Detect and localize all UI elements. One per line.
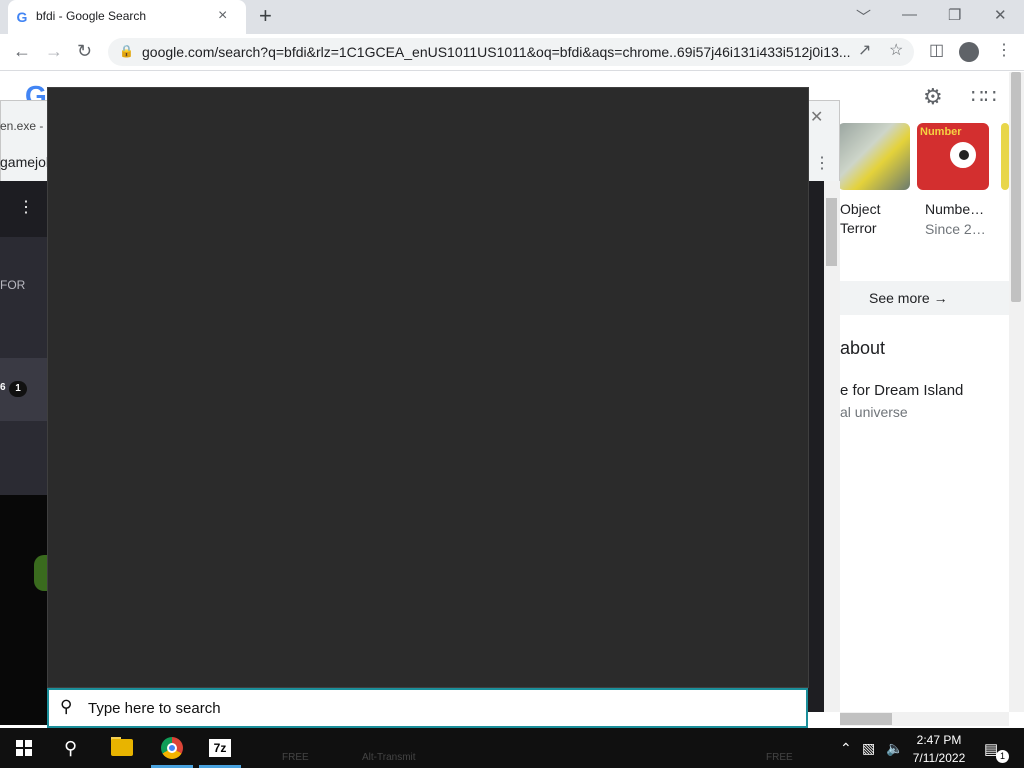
windows-start-icon[interactable] bbox=[16, 740, 32, 756]
knowledge-panel-title[interactable]: e for Dream Island bbox=[840, 382, 963, 399]
share-icon[interactable]: ↗ bbox=[858, 42, 871, 60]
dark-section-2 bbox=[0, 421, 48, 495]
numberblocks-pupil bbox=[959, 150, 969, 160]
arrow-right-icon: → bbox=[933, 290, 948, 306]
ghost-label-3: FREE bbox=[766, 752, 793, 763]
card-title-line2[interactable]: Terror bbox=[840, 219, 877, 238]
clock[interactable]: 2:47 PM 7/11/2022 bbox=[904, 731, 974, 767]
side-text: FOR bbox=[0, 278, 26, 292]
dark-section bbox=[0, 237, 48, 358]
see-more-link[interactable]: See more → bbox=[869, 290, 948, 306]
restore-button[interactable]: ❐ bbox=[948, 6, 961, 24]
count-badge: 1 bbox=[9, 381, 27, 397]
url-text[interactable]: google.com/search?q=bfdi&rlz=1C1GCEA_enU… bbox=[142, 44, 850, 60]
dark-right-edge bbox=[808, 181, 824, 712]
search-placeholder[interactable]: Type here to search bbox=[88, 700, 221, 717]
tab-title: bfdi - Google Search bbox=[36, 9, 147, 23]
page-scrollbar-thumb[interactable] bbox=[1011, 72, 1021, 302]
bookmark-star-icon[interactable]: ☆ bbox=[889, 42, 903, 60]
card-title-line1[interactable]: Object bbox=[840, 200, 880, 219]
tab-close-icon[interactable]: × bbox=[218, 8, 227, 24]
google-apps-icon[interactable]: ∷∷ bbox=[971, 84, 996, 109]
numberblocks-logo: Number bbox=[920, 126, 962, 138]
background-window-url[interactable]: gamejolt bbox=[0, 154, 53, 170]
tray-chevron-icon[interactable]: ⌃ bbox=[840, 740, 852, 757]
about-heading: about bbox=[840, 338, 886, 358]
knowledge-panel-subtitle: al universe bbox=[840, 404, 908, 420]
minimize-button[interactable]: — bbox=[902, 6, 917, 23]
row-prefix: 6 bbox=[0, 382, 6, 393]
dark-menu-dots-icon[interactable]: ⋮ bbox=[18, 197, 34, 217]
see-more-label: See more bbox=[869, 290, 930, 306]
back-arrow-icon[interactable]: ← bbox=[13, 41, 31, 61]
network-icon[interactable]: ▧ bbox=[862, 740, 875, 757]
menu-dots-icon[interactable]: ⋮ bbox=[996, 42, 1012, 60]
profile-avatar[interactable] bbox=[959, 42, 979, 62]
7zip-icon[interactable]: 7z bbox=[209, 739, 231, 757]
chrome-icon-center bbox=[167, 743, 177, 753]
game-area bbox=[0, 495, 48, 725]
horizontal-scrollbar-thumb[interactable] bbox=[840, 713, 892, 725]
settings-gear-icon[interactable]: ⚙ bbox=[923, 84, 943, 110]
background-menu-icon[interactable]: ⋮ bbox=[814, 153, 830, 173]
side-panel-icon[interactable]: ◫ bbox=[929, 42, 944, 60]
tab-search-icon[interactable]: ﹀ bbox=[856, 6, 871, 27]
close-window-button[interactable]: ✕ bbox=[994, 6, 1007, 24]
forward-arrow-icon[interactable]: → bbox=[45, 41, 63, 61]
ghost-label-2: Alt-Transmit bbox=[362, 752, 416, 763]
volume-icon[interactable]: 🔈 bbox=[886, 740, 903, 757]
ghost-label-1: FREE bbox=[282, 752, 309, 763]
file-explorer-icon[interactable] bbox=[111, 739, 133, 756]
search-icon: ⚲ bbox=[60, 697, 73, 716]
notification-count: 1 bbox=[996, 750, 1009, 763]
background-scrollbar-thumb[interactable] bbox=[826, 198, 837, 266]
clock-date: 7/11/2022 bbox=[912, 751, 966, 765]
new-tab-button[interactable]: + bbox=[259, 5, 272, 27]
object-terror-thumbnail[interactable] bbox=[838, 123, 910, 190]
partial-thumbnail[interactable] bbox=[1001, 123, 1009, 190]
lock-icon[interactable]: 🔒 bbox=[119, 44, 134, 58]
start-search-panel bbox=[47, 87, 809, 688]
card-subtitle-numberblocks: Since 2… bbox=[925, 221, 986, 237]
card-title-numberblocks[interactable]: Numbe… bbox=[925, 200, 984, 219]
google-favicon-icon: G bbox=[16, 9, 28, 25]
taskbar-search-icon[interactable]: ⚲ bbox=[64, 738, 77, 759]
reload-icon[interactable]: ↻ bbox=[77, 41, 92, 61]
background-window-close-icon[interactable]: ✕ bbox=[810, 107, 823, 127]
clock-time: 2:47 PM bbox=[916, 733, 962, 747]
